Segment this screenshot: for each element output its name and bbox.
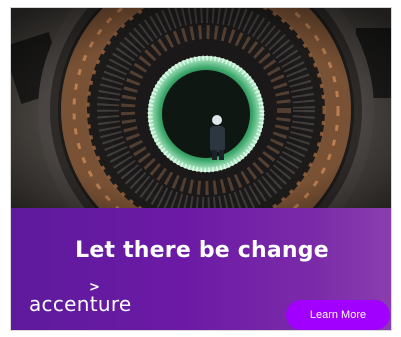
logo-chevron-icon: > bbox=[89, 280, 101, 295]
hero-image[interactable] bbox=[11, 8, 391, 208]
turbine-photo bbox=[11, 8, 391, 208]
logo-wordmark: accenture bbox=[29, 292, 132, 316]
learn-more-button[interactable]: Learn More bbox=[286, 300, 390, 330]
ad-banner: Let there be change > accenture Learn Mo… bbox=[11, 208, 391, 330]
accenture-logo[interactable]: > accenture bbox=[29, 280, 132, 316]
display-ad[interactable]: Let there be change > accenture Learn Mo… bbox=[10, 7, 392, 331]
ad-headline: Let there be change bbox=[75, 238, 329, 263]
